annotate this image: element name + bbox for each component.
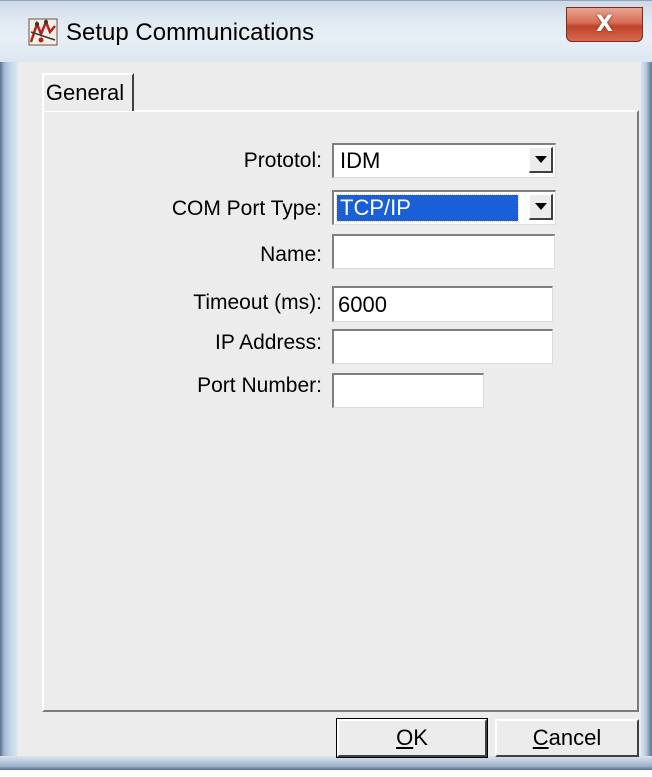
com-port-type-dropdown-button[interactable] <box>529 194 553 220</box>
com-port-type-dropdown[interactable]: TCP/IP <box>332 190 556 225</box>
timeout-field[interactable] <box>332 286 553 322</box>
close-icon: X <box>596 11 613 37</box>
com-port-type-value: TCP/IP <box>336 194 519 222</box>
port-number-label: Port Number: <box>197 374 322 397</box>
port-number-field[interactable] <box>332 373 484 408</box>
protocol-label: Prototol: <box>243 149 322 172</box>
ip-address-field[interactable] <box>332 329 553 364</box>
ip-address-label: IP Address: <box>214 331 322 354</box>
cancel-button[interactable]: Cancel <box>495 719 639 757</box>
tab-general[interactable]: General <box>42 73 134 111</box>
window-border-left <box>0 0 18 770</box>
protocol-dropdown-button[interactable] <box>529 147 553 173</box>
protocol-dropdown[interactable]: IDM <box>332 143 556 178</box>
com-port-type-label: COM Port Type: <box>171 197 322 220</box>
name-field[interactable] <box>332 234 555 269</box>
window-border-bottom <box>0 756 652 770</box>
setup-communications-icon <box>28 18 58 46</box>
chevron-down-icon <box>534 203 547 210</box>
close-button[interactable]: X <box>566 7 643 42</box>
window-title: Setup Communications <box>66 19 315 46</box>
name-label: Name: <box>260 243 322 266</box>
protocol-value: IDM <box>340 148 381 173</box>
timeout-label: Timeout (ms): <box>193 291 322 314</box>
tab-general-label: General <box>45 80 125 105</box>
ok-button-label: OK <box>396 725 428 750</box>
window-border-right <box>641 0 652 770</box>
cancel-button-label: Cancel <box>532 725 602 750</box>
ok-button[interactable]: OK <box>336 718 488 758</box>
title-bar[interactable]: Setup Communications X <box>0 0 652 62</box>
chevron-down-icon <box>534 156 547 163</box>
